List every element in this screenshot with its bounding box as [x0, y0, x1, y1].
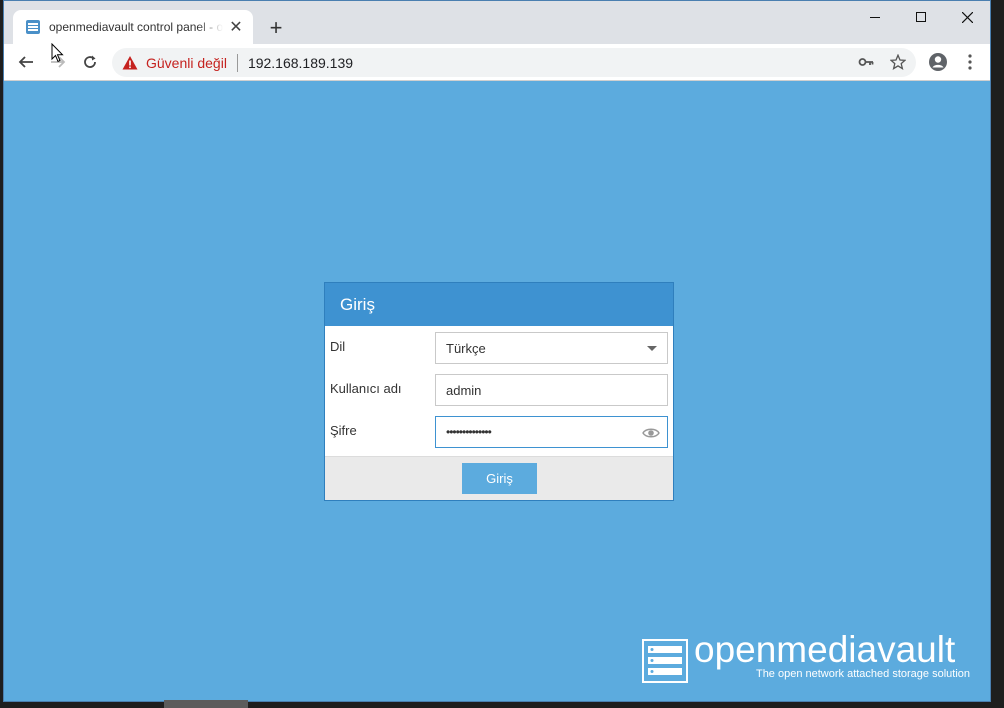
password-label: Şifre	[330, 423, 357, 438]
password-row: Şifre ••••••••••••••	[325, 416, 673, 448]
bookmark-star-icon[interactable]	[886, 50, 910, 74]
brand-tagline: The open network attached storage soluti…	[755, 668, 970, 680]
language-select[interactable]: Türkçe	[435, 332, 668, 364]
security-status[interactable]: Güvenli değil	[146, 55, 227, 71]
tab-title: openmediavault control panel - openmedia…	[49, 20, 223, 34]
tab-close-icon[interactable]: ✕	[227, 18, 245, 36]
server-stack-icon	[642, 639, 688, 683]
brand-logo: openmediavault The open network attached…	[642, 629, 982, 683]
mouse-cursor-icon	[51, 43, 64, 63]
key-icon[interactable]	[854, 50, 878, 74]
browser-toolbar: Güvenli değil 192.168.189.139	[4, 44, 990, 81]
login-button[interactable]: Giriş	[462, 463, 537, 494]
address-separator	[236, 53, 238, 72]
browser-window: openmediavault control panel - openmedia…	[3, 0, 991, 702]
page-favicon-icon	[26, 20, 40, 34]
maximize-icon[interactable]	[898, 1, 944, 33]
url-text[interactable]: 192.168.189.139	[248, 55, 353, 71]
login-dialog-footer: Giriş	[325, 456, 673, 500]
address-bar[interactable]: Güvenli değil 192.168.189.139	[112, 48, 916, 77]
username-input[interactable]	[435, 374, 668, 406]
login-dialog: Giriş Dil Türkçe Kullanıcı adı Şifre •••…	[324, 282, 674, 501]
close-icon[interactable]	[944, 1, 990, 33]
new-tab-button[interactable]: +	[264, 15, 288, 40]
language-value: Türkçe	[446, 340, 486, 356]
username-row: Kullanıcı adı	[325, 374, 673, 406]
window-controls	[852, 1, 990, 33]
desktop-taskbar-fragment	[164, 700, 248, 708]
login-dialog-title: Giriş	[325, 283, 673, 326]
browser-tab[interactable]: openmediavault control panel - openmedia…	[13, 10, 253, 44]
tab-strip: openmediavault control panel - openmedia…	[4, 1, 990, 44]
brand-name: openmediavault	[694, 629, 956, 670]
page-content: Giriş Dil Türkçe Kullanıcı adı Şifre •••…	[4, 81, 990, 701]
profile-icon[interactable]	[926, 50, 950, 74]
language-row: Dil Türkçe	[325, 332, 673, 364]
menu-kebab-icon[interactable]	[958, 50, 982, 74]
password-input[interactable]: ••••••••••••••	[435, 416, 668, 448]
chevron-down-icon[interactable]	[647, 346, 657, 351]
password-masked-value: ••••••••••••••	[446, 425, 492, 439]
warning-icon	[122, 55, 138, 69]
minimize-icon[interactable]	[852, 1, 898, 33]
username-label: Kullanıcı adı	[330, 381, 402, 396]
show-password-eye-icon[interactable]	[642, 425, 660, 441]
back-icon[interactable]	[14, 50, 38, 74]
language-label: Dil	[330, 339, 346, 354]
reload-icon[interactable]	[78, 50, 102, 74]
